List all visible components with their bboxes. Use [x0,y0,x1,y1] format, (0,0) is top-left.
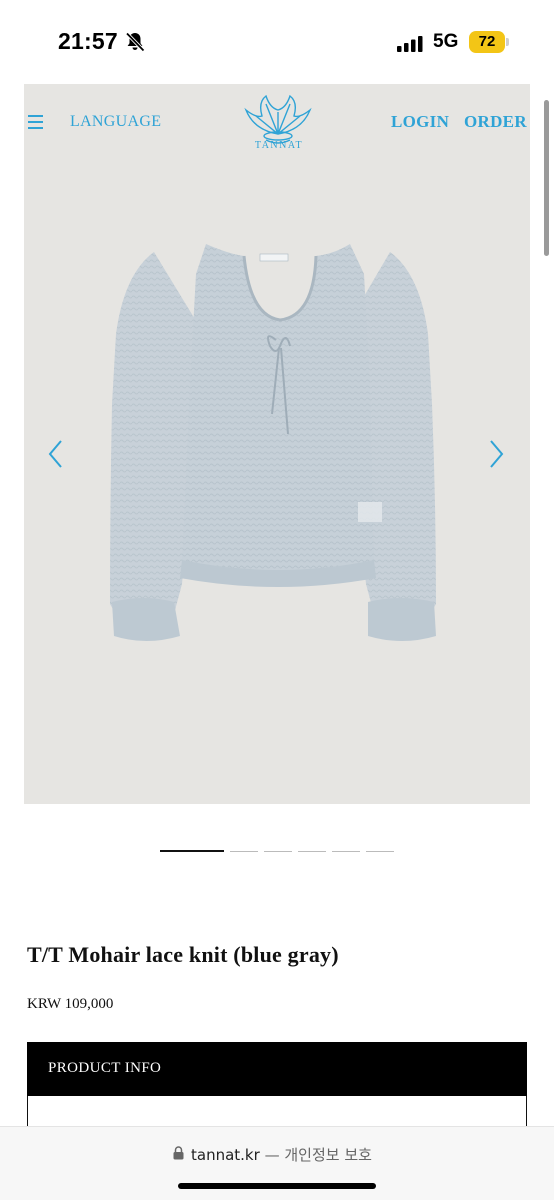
logo-text: TANNAT [254,140,304,151]
login-link[interactable]: LOGIN [391,112,449,132]
pagination-dot-1[interactable] [160,850,224,852]
pagination-dot-6[interactable] [366,851,394,852]
product-title: T/T Mohair lace knit (blue gray) [27,942,339,967]
browser-domain: tannat.kr [191,1146,260,1164]
product-image-carousel[interactable]: LANGUAGE TANNAT LOGIN ORDER [24,84,530,804]
pagination-dot-2[interactable] [230,851,258,852]
product-info-header[interactable]: PRODUCT INFO [27,1042,527,1096]
scroll-indicator [544,100,549,256]
bell-slash-icon [125,32,145,52]
hamburger-menu-icon[interactable] [28,115,44,129]
status-time: 21:57 [58,28,118,54]
language-link[interactable]: LANGUAGE [70,113,161,131]
battery-level: 72 [469,31,505,53]
carousel-pagination [160,850,400,854]
product-price: KRW 109,000 [27,996,114,1012]
home-indicator[interactable] [178,1183,376,1189]
chevron-left-icon[interactable] [46,438,66,470]
pagination-dot-3[interactable] [264,851,292,852]
browser-privacy-label: — 개인정보 보호 [264,1146,372,1164]
pagination-dot-4[interactable] [298,851,326,852]
browser-address-bar[interactable]: tannat.kr — 개인정보 보호 [0,1126,554,1200]
network-type: 5G [433,31,459,52]
product-photo [110,244,436,641]
product-info-label: PRODUCT INFO [48,1060,162,1076]
chevron-right-icon[interactable] [486,438,506,470]
browser-url[interactable]: tannat.kr — 개인정보 보호 [191,1144,372,1165]
status-bar: 21:57 5G 72 [0,0,554,84]
battery-tip [506,38,509,46]
pagination-dot-5[interactable] [332,851,360,852]
cellular-signal-icon [397,36,423,52]
lock-icon [173,1146,184,1160]
order-link[interactable]: ORDER [464,112,527,132]
